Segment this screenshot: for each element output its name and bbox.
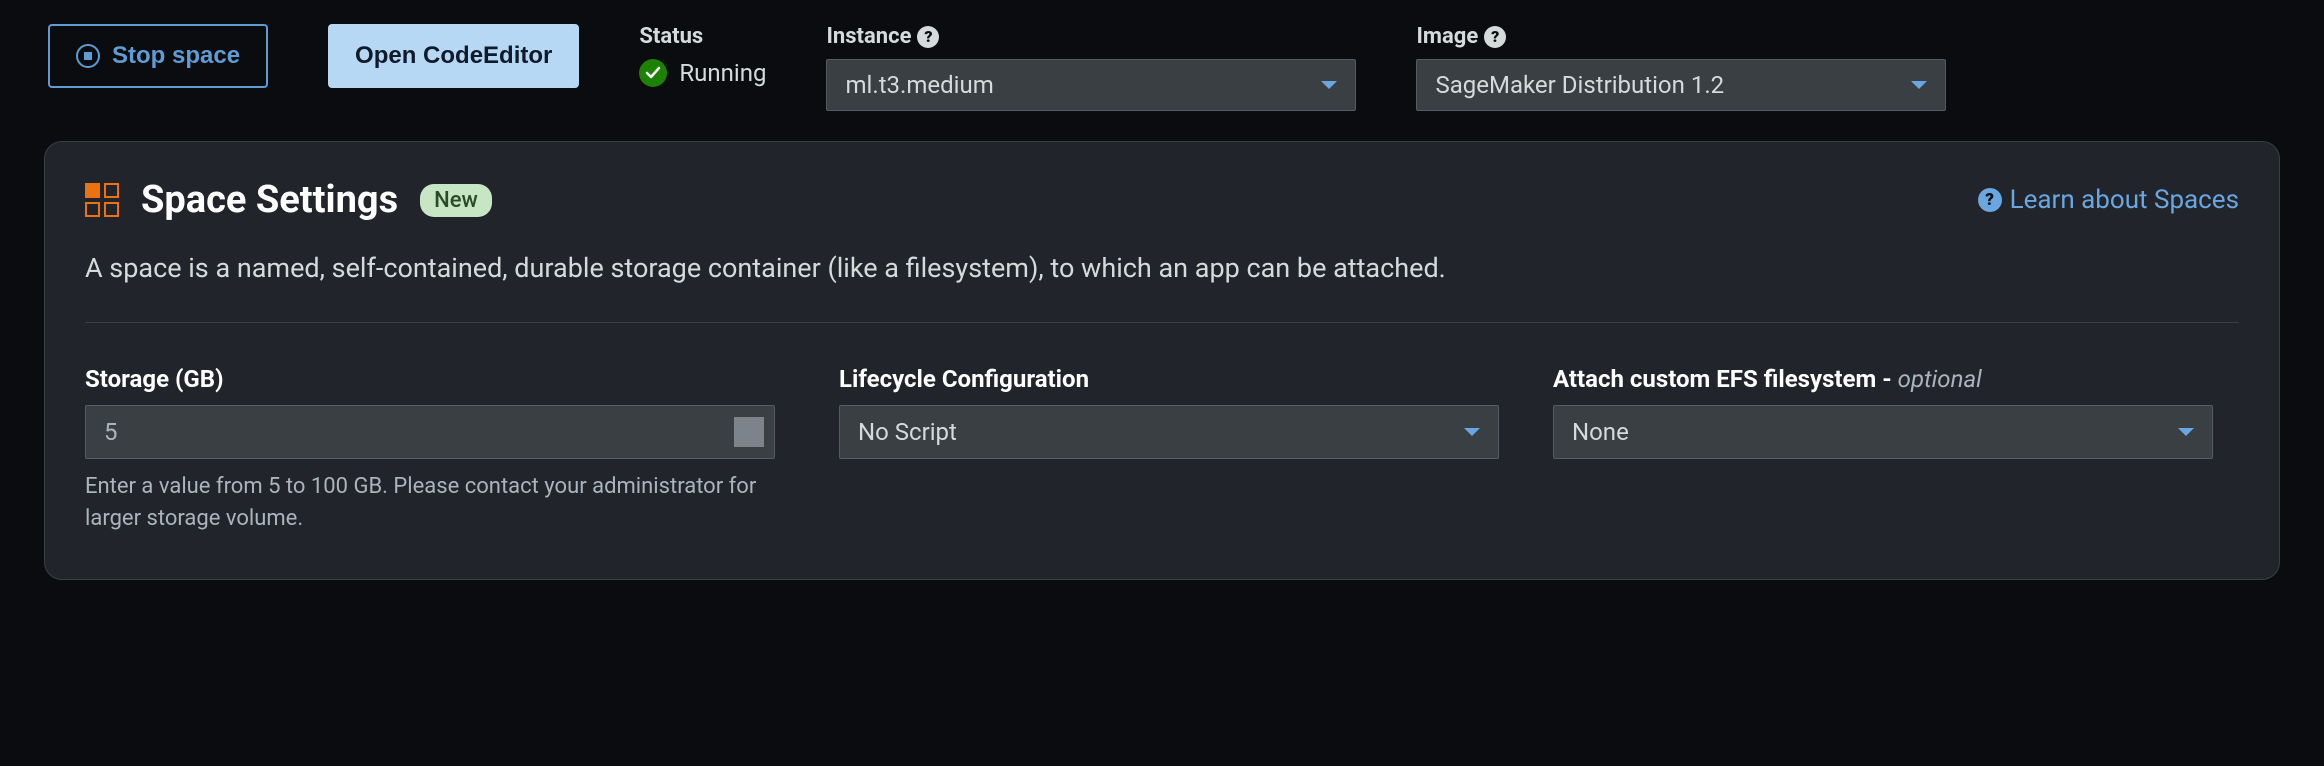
efs-field: Attach custom EFS filesystem - optional …: [1553, 365, 2213, 535]
panel-description: A space is a named, self-contained, dura…: [85, 252, 2239, 284]
efs-value: None: [1572, 418, 1629, 446]
instance-label: Instance ?: [826, 24, 1356, 49]
instance-select[interactable]: ml.t3.medium: [826, 59, 1356, 111]
storage-helper: Enter a value from 5 to 100 GB. Please c…: [85, 471, 785, 535]
help-icon: ?: [1978, 188, 2002, 212]
storage-input[interactable]: 5: [85, 405, 775, 459]
image-label: Image ?: [1416, 24, 1946, 49]
learn-about-spaces-link[interactable]: ? Learn about Spaces: [1978, 185, 2239, 215]
instance-group: Instance ? ml.t3.medium: [826, 24, 1356, 111]
chevron-down-icon: [1321, 81, 1337, 89]
panel-header: Space Settings New ? Learn about Spaces: [85, 178, 2239, 222]
topbar: Stop space Open CodeEditor Status Runnin…: [0, 0, 2324, 141]
space-settings-panel: Space Settings New ? Learn about Spaces …: [44, 141, 2280, 580]
chevron-down-icon: [2178, 428, 2194, 436]
status-label: Status: [639, 24, 766, 49]
storage-value: 5: [104, 418, 118, 446]
new-badge: New: [420, 184, 492, 217]
help-icon[interactable]: ?: [917, 26, 939, 48]
stop-space-button[interactable]: Stop space: [48, 24, 268, 88]
help-icon[interactable]: ?: [1484, 26, 1506, 48]
learn-link-label: Learn about Spaces: [2010, 185, 2239, 215]
check-circle-icon: [639, 59, 667, 87]
image-value: SageMaker Distribution 1.2: [1435, 71, 1724, 99]
open-codeeditor-button[interactable]: Open CodeEditor: [328, 24, 579, 88]
lifecycle-select[interactable]: No Script: [839, 405, 1499, 459]
status-value: Running: [679, 59, 766, 87]
image-select[interactable]: SageMaker Distribution 1.2: [1416, 59, 1946, 111]
divider: [85, 322, 2239, 323]
grid-icon: [85, 183, 119, 217]
stop-space-label: Stop space: [112, 42, 240, 70]
lifecycle-field: Lifecycle Configuration No Script: [839, 365, 1499, 535]
status-row: Running: [639, 59, 766, 87]
stepper-icon[interactable]: [734, 417, 764, 447]
lifecycle-value: No Script: [858, 418, 957, 446]
efs-select[interactable]: None: [1553, 405, 2213, 459]
stop-icon: [76, 44, 100, 68]
instance-value: ml.t3.medium: [845, 71, 993, 99]
open-codeeditor-label: Open CodeEditor: [355, 42, 552, 70]
lifecycle-label: Lifecycle Configuration: [839, 365, 1499, 393]
chevron-down-icon: [1464, 428, 1480, 436]
panel-title: Space Settings: [141, 178, 398, 222]
storage-label: Storage (GB): [85, 365, 785, 393]
panel-header-left: Space Settings New: [85, 178, 492, 222]
image-group: Image ? SageMaker Distribution 1.2: [1416, 24, 1946, 111]
storage-field: Storage (GB) 5 Enter a value from 5 to 1…: [85, 365, 785, 535]
form-row: Storage (GB) 5 Enter a value from 5 to 1…: [85, 365, 2239, 535]
efs-label: Attach custom EFS filesystem - optional: [1553, 365, 2213, 393]
status-group: Status Running: [639, 24, 766, 87]
chevron-down-icon: [1911, 81, 1927, 89]
